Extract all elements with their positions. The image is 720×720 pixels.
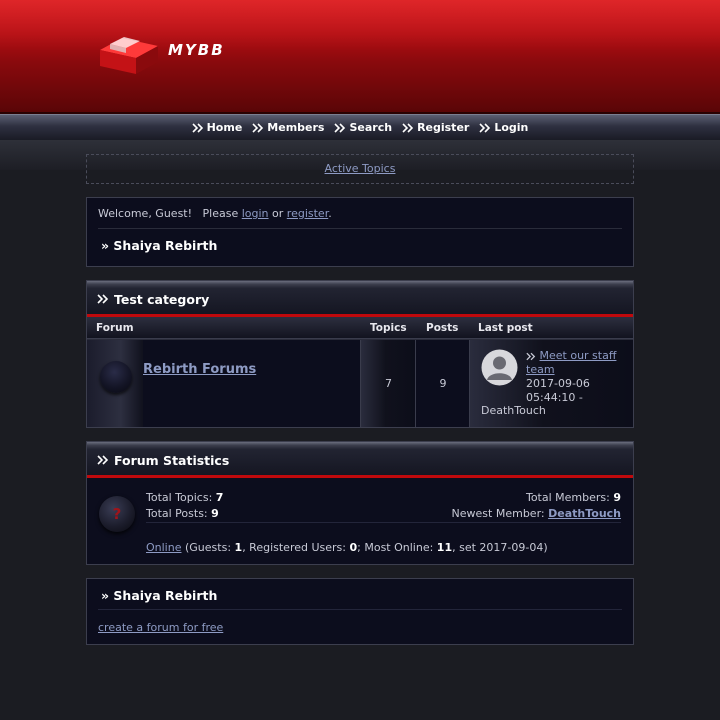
footer-breadcrumb[interactable]: » Shaiya Rebirth [98, 588, 622, 610]
nav-login-label: Login [494, 121, 529, 134]
logo-text: MYBB [168, 41, 225, 59]
top-navigation: Home Members Search Register Login [0, 114, 720, 140]
online-link[interactable]: Online [146, 541, 181, 554]
col-posts: Posts [426, 322, 459, 334]
page-container: Active Topics Welcome, Guest! Please log… [86, 154, 634, 645]
double-chevron-icon [252, 122, 264, 133]
forum-table-header: Forum Topics Posts Last post [87, 317, 633, 339]
guests-label: (Guests: [184, 541, 232, 554]
newest-member-label: Newest Member: [451, 507, 545, 520]
last-post-date: 2017-09-06 05:44:10 - [526, 377, 590, 404]
registered-label: , Registered Users: [242, 541, 346, 554]
newest-member-link[interactable]: DeathTouch [548, 507, 621, 520]
statistics-body: ? Total Topics: 7 Total Posts: 9 Total M… [87, 478, 633, 564]
total-topics-label: Total Topics: [146, 491, 213, 504]
category-title: Test category [114, 292, 210, 307]
col-last-post: Last post [478, 322, 533, 334]
nav-register-label: Register [417, 121, 470, 134]
forum-posts-cell: 9 [415, 340, 470, 427]
question-mark-icon: ? [112, 505, 122, 523]
col-forum: Forum [96, 322, 134, 334]
welcome-line: Welcome, Guest! Please login or register… [98, 207, 622, 229]
total-posts-value: 9 [211, 507, 219, 520]
table-row: Rebirth Forums 7 9 Meet our staff team 2… [87, 339, 633, 427]
register-link[interactable]: register [287, 207, 328, 220]
most-online-label: ; Most Online: [357, 541, 434, 554]
total-topics-value: 7 [215, 491, 224, 504]
mybb-logo[interactable]: MYBB [96, 34, 256, 80]
welcome-panel: Welcome, Guest! Please login or register… [86, 197, 634, 267]
double-chevron-icon [402, 122, 414, 133]
forum-posts: 9 [439, 377, 447, 390]
statistics-divider [146, 522, 621, 523]
statistics-title: Forum Statistics [114, 453, 230, 468]
nav-login[interactable]: Login [479, 121, 528, 134]
double-chevron-icon [97, 294, 109, 304]
statistics-left: Total Topics: 7 Total Posts: 9 [146, 490, 223, 522]
or-text: or [272, 207, 284, 220]
online-line: Online (Guests: 1, Registered Users: 0; … [146, 541, 548, 554]
last-post-title-link[interactable]: Meet our staff team [526, 349, 616, 376]
col-topics: Topics [370, 322, 407, 334]
forum-statistics-panel: Forum Statistics ? Total Topics: 7 Total… [86, 441, 634, 565]
login-link[interactable]: login [242, 207, 269, 220]
forum-status-cell [87, 340, 143, 427]
footer-panel: » Shaiya Rebirth create a forum for free [86, 578, 634, 645]
site-header: MYBB [0, 0, 720, 114]
create-forum-link[interactable]: create a forum for free [98, 621, 223, 634]
most-online-suffix: , set 2017-09-04) [452, 541, 548, 554]
statistics-right: Total Members: 9 Newest Member: DeathTou… [452, 490, 621, 522]
total-posts-label: Total Posts: [146, 507, 208, 520]
active-topics-bar: Active Topics [86, 154, 634, 184]
welcome-text: Welcome, Guest! [98, 207, 193, 220]
double-chevron-icon [334, 122, 346, 133]
forum-last-post-cell: Meet our staff team 2017-09-06 05:44:10 … [469, 340, 633, 427]
nav-home[interactable]: Home [192, 121, 243, 134]
nav-home-label: Home [206, 121, 243, 134]
avatar[interactable] [481, 349, 518, 386]
category-header[interactable]: Test category [87, 281, 633, 317]
double-chevron-icon [526, 352, 536, 360]
double-chevron-icon [479, 122, 491, 133]
active-topics-link[interactable]: Active Topics [325, 162, 396, 175]
please-text: Please [202, 207, 239, 220]
statistics-icon: ? [99, 496, 135, 532]
double-chevron-icon [192, 122, 203, 133]
forum-link[interactable]: Rebirth Forums [143, 362, 256, 377]
forum-topics-cell: 7 [360, 340, 416, 427]
welcome-period: . [328, 207, 332, 220]
registered-value: 0 [349, 541, 358, 554]
nav-search-label: Search [349, 121, 393, 134]
forum-topics: 7 [385, 377, 392, 390]
last-post-user[interactable]: DeathTouch [481, 404, 546, 417]
last-post-info: Meet our staff team 2017-09-06 05:44:10 … [526, 349, 630, 405]
breadcrumb[interactable]: » Shaiya Rebirth [98, 238, 622, 253]
total-members-label: Total Members: [525, 491, 610, 504]
nav-members-label: Members [267, 121, 325, 134]
total-members-value: 9 [613, 491, 621, 504]
category-panel: Test category Forum Topics Posts Last po… [86, 280, 634, 428]
nav-members[interactable]: Members [252, 121, 324, 134]
footer-link-row: create a forum for free [98, 621, 622, 634]
double-chevron-icon [97, 455, 109, 465]
nav-register[interactable]: Register [402, 121, 469, 134]
most-online-value: 11 [436, 541, 453, 554]
forum-read-icon[interactable] [100, 361, 132, 393]
statistics-header[interactable]: Forum Statistics [87, 442, 633, 478]
nav-search[interactable]: Search [334, 121, 392, 134]
